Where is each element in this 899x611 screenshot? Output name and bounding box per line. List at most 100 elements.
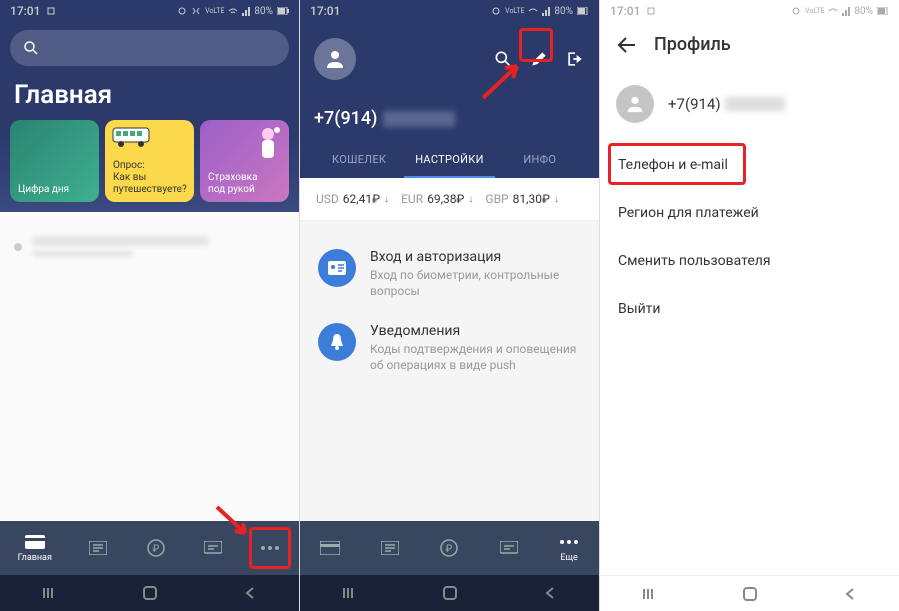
arrow-left-icon: [616, 36, 636, 54]
search-button[interactable]: [493, 49, 513, 69]
sys-back[interactable]: [243, 586, 257, 600]
header: Профиль: [600, 22, 899, 67]
header: +7(914) КОШЕЛЕК НАСТРОЙКИ ИНФО: [300, 22, 599, 178]
phone-number: +7(914): [668, 95, 785, 113]
exit-icon: [565, 49, 585, 69]
tab-info[interactable]: ИНФО: [495, 143, 585, 178]
sys-recent[interactable]: [642, 587, 658, 601]
tab-settings[interactable]: НАСТРОЙКИ: [404, 143, 494, 178]
sys-recent[interactable]: [342, 586, 358, 600]
header: Главная Цифра дня Опрос: Как вы путешест…: [0, 22, 299, 212]
person-icon: [324, 48, 346, 70]
nav-4[interactable]: [498, 539, 520, 557]
battery-icon: [277, 7, 289, 15]
avatar[interactable]: [314, 38, 356, 80]
setting-auth[interactable]: Вход и авторизация Вход по биометрии, ко…: [300, 237, 599, 311]
settings-list: Вход и авторизация Вход по биометрии, ко…: [300, 221, 599, 521]
arrow-down-icon: ↓: [554, 194, 559, 205]
person-icon: [253, 124, 283, 162]
nav-2[interactable]: [87, 539, 109, 557]
system-nav: [300, 575, 599, 611]
receipt-icon: [87, 539, 109, 557]
nav-more[interactable]: Еще: [558, 533, 580, 563]
rate-usd[interactable]: USD62,41₽↓: [316, 192, 389, 206]
nav-more[interactable]: [259, 539, 281, 557]
list-item[interactable]: [10, 230, 289, 263]
system-nav: [0, 575, 299, 611]
menu-region[interactable]: Регион для платежей: [600, 189, 899, 237]
nav-3[interactable]: ₽: [145, 539, 167, 557]
sys-recent[interactable]: [42, 586, 58, 600]
nav-home[interactable]: [319, 539, 341, 557]
card-survey[interactable]: Опрос: Как вы путешествуете?: [105, 120, 194, 202]
currency-rates: USD62,41₽↓ EUR69,38₽↓ GBP81,30₽↓: [300, 178, 599, 221]
menu-phone-email[interactable]: Телефон и e-mail: [600, 141, 899, 189]
rate-eur[interactable]: EUR69,38₽↓: [401, 192, 473, 206]
status-bar: 17:01 VoLTE 80%: [600, 0, 899, 22]
cards-row: Цифра дня Опрос: Как вы путешествуете? С…: [10, 120, 289, 202]
nav-3[interactable]: ₽: [438, 539, 460, 557]
svg-text:₽: ₽: [446, 544, 453, 555]
search-icon: [493, 49, 513, 69]
status-time: 17:01: [10, 4, 40, 18]
pencil-icon: [529, 49, 549, 69]
nav-2[interactable]: [379, 539, 401, 557]
tab-wallet[interactable]: КОШЕЛЕК: [314, 143, 404, 178]
sys-home[interactable]: [142, 585, 158, 601]
back-button[interactable]: [616, 36, 636, 54]
phone-1-home: 17:01 VoLTE 80% Главная Цифра дня: [0, 0, 299, 611]
phone-2-settings: 17:01 VoLTE 80% +7(914): [299, 0, 599, 611]
logout-button[interactable]: [565, 49, 585, 69]
search-input[interactable]: [10, 30, 289, 66]
nav-4[interactable]: [202, 539, 224, 557]
list-dot-icon: [14, 243, 22, 251]
sys-home[interactable]: [742, 586, 758, 602]
person-icon: [625, 94, 645, 114]
status-battery: 80%: [254, 6, 273, 17]
bottom-nav: Главная ₽: [0, 521, 299, 575]
ruble-icon: ₽: [145, 539, 167, 557]
page-title: Профиль: [654, 34, 731, 55]
phone-3-profile: 17:01 VoLTE 80% Профиль +7(914) Телефон …: [599, 0, 899, 611]
sys-back[interactable]: [843, 587, 857, 601]
more-icon: [558, 533, 580, 551]
menu: Телефон и e-mail Регион для платежей Сме…: [600, 141, 899, 575]
rate-gbp[interactable]: GBP81,30₽↓: [485, 192, 559, 206]
bell-icon: [318, 323, 356, 361]
status-screenshot-icon: [46, 6, 56, 16]
main-body: [0, 212, 299, 521]
search-icon: [22, 39, 40, 57]
card-icon: [319, 539, 341, 557]
edit-button[interactable]: [529, 49, 549, 69]
arrow-down-icon: ↓: [468, 194, 473, 205]
status-bar: 17:01 VoLTE 80%: [0, 0, 299, 22]
nav-home[interactable]: Главная: [18, 533, 52, 563]
card-digits[interactable]: Цифра дня: [10, 120, 99, 202]
sys-back[interactable]: [543, 586, 557, 600]
receipt-icon: [379, 539, 401, 557]
bottom-nav: ₽ Еще: [300, 521, 599, 575]
status-icons: VoLTE 80%: [177, 6, 289, 17]
phone-number: +7(914): [314, 90, 585, 143]
menu-switch-user[interactable]: Сменить пользователя: [600, 237, 899, 285]
status-icons: VoLTE 80%: [491, 6, 589, 17]
status-time: 17:01: [610, 4, 640, 18]
alarm-icon: [177, 6, 187, 16]
chat-icon: [202, 539, 224, 557]
menu-logout[interactable]: Выйти: [600, 285, 899, 333]
id-card-icon: [318, 249, 356, 287]
svg-text:₽: ₽: [152, 544, 159, 555]
sys-home[interactable]: [442, 585, 458, 601]
chat-icon: [498, 539, 520, 557]
status-bar: 17:01 VoLTE 80%: [300, 0, 599, 22]
card-icon: [24, 533, 46, 551]
setting-notifications[interactable]: Уведомления Коды подтверждения и оповеще…: [300, 311, 599, 385]
status-icons: VoLTE 80%: [791, 6, 889, 17]
card-insurance[interactable]: Страховка под рукой: [200, 120, 289, 202]
tabs: КОШЕЛЕК НАСТРОЙКИ ИНФО: [314, 143, 585, 178]
profile-row[interactable]: +7(914): [600, 67, 899, 141]
avatar: [616, 85, 654, 123]
system-nav: [600, 575, 899, 611]
more-icon: [259, 539, 281, 557]
signal-icon: [242, 6, 250, 16]
